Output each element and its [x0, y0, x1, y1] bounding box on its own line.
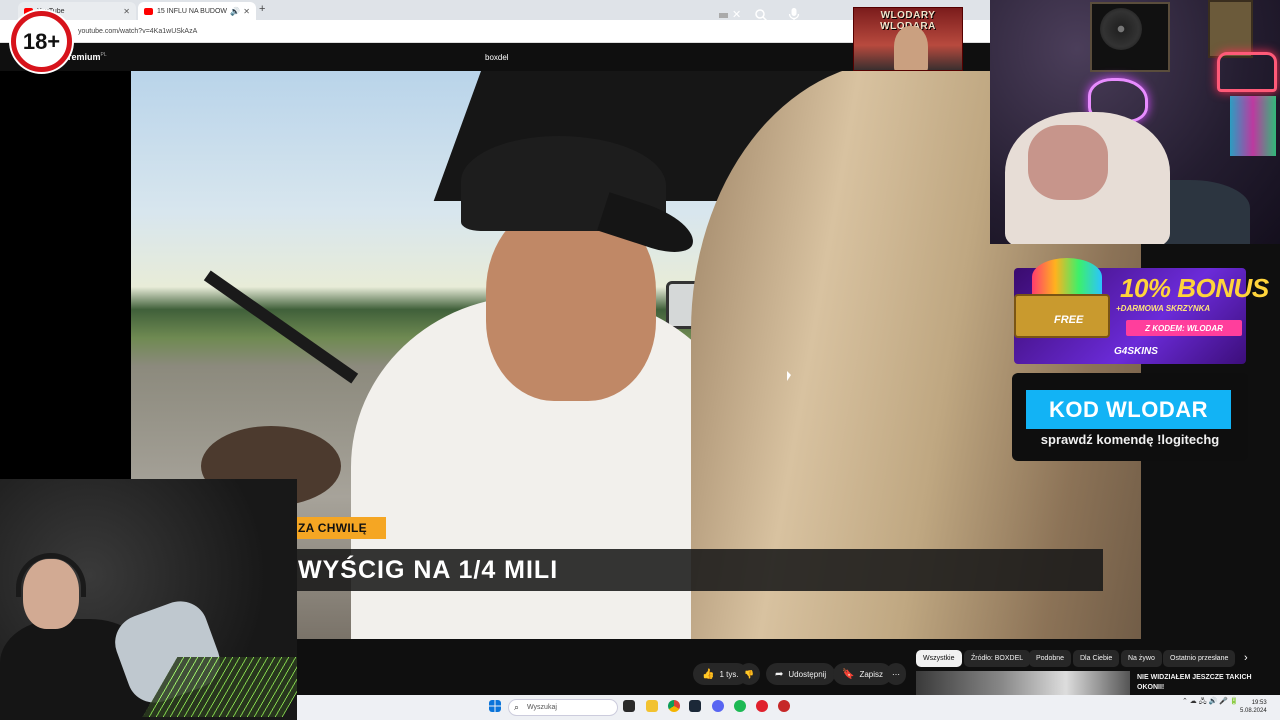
wlodary-poster: WLODARY WLODARA: [853, 7, 963, 71]
task-view-icon[interactable]: [623, 700, 635, 712]
recommended-thumbnail[interactable]: [916, 671, 1130, 695]
clock-date: 5.08.2024: [1240, 708, 1267, 714]
vehicle-frame: [203, 270, 359, 384]
keyboard-icon[interactable]: [719, 13, 728, 18]
chip-recent[interactable]: Ostatnio przesłane: [1163, 650, 1236, 667]
steam-icon[interactable]: [689, 700, 701, 712]
thumbs-up-icon: 👍: [702, 668, 715, 680]
coming-up-badge: ZA CHWILĘ: [297, 517, 386, 539]
windows-start-icon[interactable]: [489, 700, 501, 712]
address-bar: youtube.com/watch?v=4Ka1wUSkAzA: [0, 20, 990, 43]
video-side-margin: [0, 71, 131, 479]
taskbar-search-input[interactable]: ⌕ Wyszukaj: [508, 699, 618, 716]
logo-region: PL: [100, 52, 107, 58]
bonus-banner: FREE 10% BONUS +DARMOWA SKRZYNKA Z KODEM…: [1004, 256, 1269, 368]
close-tab-icon[interactable]: ✕: [123, 7, 130, 16]
chip-related[interactable]: Podobne: [1029, 650, 1072, 667]
file-explorer-icon[interactable]: [646, 700, 658, 712]
chest-icon: FREE: [1004, 256, 1116, 366]
streamer-webcam-top: [990, 0, 1280, 244]
tab-video[interactable]: 15 INFLU NA BUDOWIE: Le 🔊 ✕: [138, 2, 256, 20]
youtube-favicon-icon: [144, 7, 153, 15]
search-icon[interactable]: [754, 8, 768, 22]
speaker-icon[interactable]: 🔊: [230, 7, 240, 16]
poster-figure: [894, 26, 928, 70]
bonus-subtitle: +DARMOWA SKRZYNKA: [1116, 304, 1211, 313]
microphone-icon[interactable]: [787, 7, 801, 23]
app-icon[interactable]: [778, 700, 790, 712]
bonus-brand: G4SKINS: [1114, 346, 1158, 357]
chip-for-you[interactable]: Dla Ciebie: [1073, 650, 1120, 667]
more-actions-button[interactable]: ⋯: [886, 663, 906, 685]
search-input[interactable]: boxdel: [478, 48, 746, 67]
recommended-title[interactable]: NIE WIDZIAŁEM JESZCZE TAKICH OKONII!: [1137, 673, 1267, 693]
app-icon[interactable]: [756, 700, 768, 712]
spotify-icon[interactable]: [734, 700, 746, 712]
url-field[interactable]: youtube.com/watch?v=4Ka1wUSkAzA: [70, 24, 770, 39]
thumbs-down-icon: 👎: [744, 669, 754, 679]
share-label: Udostępnij: [788, 669, 827, 679]
browser-tab-bar: YouTube ✕ 15 INFLU NA BUDOWIE: Le 🔊 ✕ +: [0, 0, 990, 20]
system-tray[interactable]: ⌃ ☁ 🖧 🔊 🎤 🔋: [1182, 697, 1239, 708]
code-subtitle: sprawdź komendę !logitechg: [1040, 432, 1220, 447]
discord-icon[interactable]: [712, 700, 724, 712]
neon-sign: [1217, 52, 1277, 92]
save-label: Zapisz: [859, 669, 884, 679]
chip-source[interactable]: Źródło: BOXDEL: [964, 650, 1031, 667]
youtube-header: PremiumPL boxdel: [0, 43, 990, 71]
taskbar-search-placeholder: Wyszukaj: [527, 704, 557, 711]
age-rating-badge: 18+: [11, 11, 72, 72]
chrome-icon[interactable]: [668, 700, 680, 712]
free-label: FREE: [1054, 314, 1084, 326]
like-count: 1 tys.: [719, 669, 739, 679]
tab-title: 15 INFLU NA BUDOWIE: Le: [157, 7, 228, 15]
chip-all[interactable]: Wszystkie: [916, 650, 962, 667]
chest-contents: [1032, 258, 1102, 296]
save-button[interactable]: 🔖 Zapisz: [833, 663, 893, 685]
chevron-right-icon[interactable]: ›: [1244, 652, 1248, 664]
video-strap-title: WYŚCIG NA 1/4 MILI: [297, 549, 1103, 591]
person-hand: [1028, 125, 1108, 200]
chip-live[interactable]: Na żywo: [1121, 650, 1162, 667]
mouse-cursor-icon: [787, 371, 791, 381]
bonus-code: Z KODEM: WLODAR: [1126, 320, 1242, 336]
code-button: KOD WLODAR: [1026, 390, 1231, 429]
dislike-button[interactable]: 👎: [738, 663, 760, 685]
clear-search-icon[interactable]: ✕: [732, 8, 741, 21]
share-icon: ➦: [775, 668, 784, 680]
bonus-percent: 10% BONUS: [1120, 273, 1269, 303]
more-icon: ⋯: [892, 669, 900, 679]
streamer-webcam-bottom: [0, 479, 297, 720]
share-button[interactable]: ➦ Udostępnij: [766, 663, 836, 685]
clock-time: 19:53: [1251, 700, 1267, 706]
bookmark-icon: 🔖: [842, 668, 855, 680]
headphones: [16, 553, 86, 597]
screen: YouTube ✕ 15 INFLU NA BUDOWIE: Le 🔊 ✕ + …: [0, 0, 1280, 720]
taskbar-clock[interactable]: 19:53 5.08.2024: [1240, 699, 1267, 715]
vinyl-record: [1100, 8, 1142, 50]
search-icon: ⌕: [514, 702, 520, 712]
new-tab-button[interactable]: +: [259, 3, 265, 15]
wall-painting: [1208, 0, 1253, 58]
led-shelf: [1230, 96, 1276, 156]
close-tab-icon[interactable]: ✕: [243, 7, 250, 16]
